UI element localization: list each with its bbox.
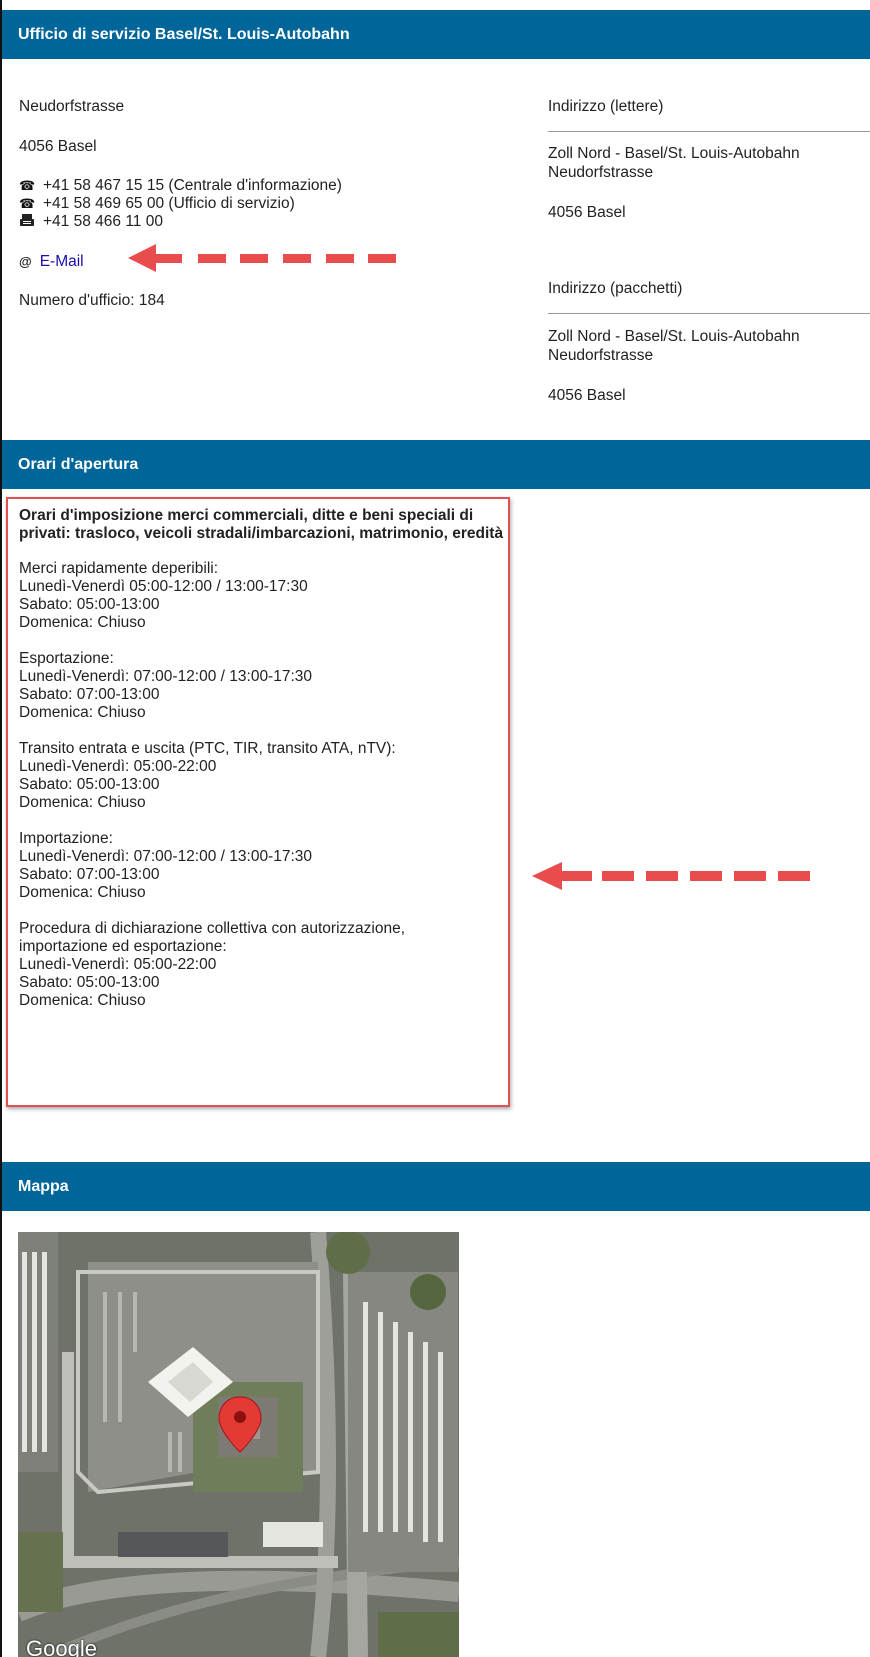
hours-line: Domenica: Chiuso (19, 614, 146, 631)
map-view[interactable]: Google (18, 1232, 459, 1657)
hours-line: Merci rapidamente deperibili: (19, 560, 219, 577)
fax-icon (19, 214, 35, 229)
hours-line: Domenica: Chiuso (19, 884, 146, 901)
hours-section-header: Orari d'apertura (2, 440, 870, 489)
email-row: @ E-Mail (19, 253, 84, 271)
hours-block: Importazione: Lunedì-Venerdì: 07:00-12:0… (19, 830, 509, 902)
hours-line: Sabato: 07:00-13:00 (19, 866, 160, 883)
arrow-left-icon (128, 244, 396, 272)
hours-line: Domenica: Chiuso (19, 794, 146, 811)
phone-1-text: +41 58 467 15 15 (Centrale d'informazion… (43, 177, 342, 194)
map-section-header: Mappa (2, 1162, 870, 1211)
google-attribution: Google (26, 1636, 97, 1657)
hours-line: Lunedì-Venerdì: 07:00-12:00 / 13:00-17:3… (19, 848, 313, 865)
phone-2-text: +41 58 469 65 00 (Ufficio di servizio) (43, 195, 295, 212)
hours-line: Transito entrata e uscita (PTC, TIR, tra… (19, 740, 396, 757)
phone-row-2: ☎ +41 58 469 65 00 (Ufficio di servizio) (19, 195, 295, 213)
hours-line: Sabato: 07:00-13:00 (19, 686, 160, 703)
email-link[interactable]: E-Mail (40, 253, 84, 270)
office-section-title: Ufficio di servizio Basel/St. Louis-Auto… (18, 26, 350, 43)
parcels-line-1: Zoll Nord - Basel/St. Louis-Autobahn (548, 328, 800, 345)
hours-block: Esportazione: Lunedì-Venerdì: 07:00-12:0… (19, 650, 509, 722)
map-section-title: Mappa (18, 1178, 69, 1195)
parcels-divider (548, 313, 870, 314)
parcels-line-3: 4056 Basel (548, 387, 626, 404)
phone-icon: ☎ (19, 196, 36, 211)
parcels-address-title: Indirizzo (pacchetti) (548, 280, 683, 297)
phone-icon: ☎ (19, 178, 36, 193)
letters-line-1: Zoll Nord - Basel/St. Louis-Autobahn (548, 145, 800, 162)
hours-line: Importazione: (19, 830, 113, 847)
at-icon: @ (19, 254, 32, 269)
letters-divider (548, 131, 870, 132)
hours-line: Sabato: 05:00-13:00 (19, 596, 160, 613)
phone-row-1: ☎ +41 58 467 15 15 (Centrale d'informazio… (19, 177, 342, 195)
parcels-line-2: Neudorfstrasse (548, 347, 654, 364)
hours-line: Esportazione: (19, 650, 114, 667)
letters-address-title: Indirizzo (lettere) (548, 98, 664, 115)
letters-line-2: Neudorfstrasse (548, 164, 654, 181)
hours-line: Procedura di dichiarazione collettiva co… (19, 920, 405, 937)
fax-row: +41 58 466 11 00 (19, 213, 163, 231)
satellite-image (18, 1232, 459, 1657)
hours-line: importazione ed esportazione: (19, 938, 227, 955)
hours-section-title: Orari d'apertura (18, 456, 139, 473)
office-number: Numero d'ufficio: 184 (19, 292, 165, 309)
hours-line: Lunedì-Venerdì: 05:00-22:00 (19, 956, 217, 973)
hours-line: Sabato: 05:00-13:00 (19, 974, 160, 991)
hours-line: Lunedì-Venerdì 05:00-12:00 / 13:00-17:30 (19, 578, 308, 595)
hours-heading: Orari d'imposizione merci commerciali, d… (19, 507, 504, 542)
arrow-left-icon (532, 862, 810, 890)
hours-block: Transito entrata e uscita (PTC, TIR, tra… (19, 740, 509, 812)
letters-line-3: 4056 Basel (548, 204, 626, 221)
hours-line: Lunedì-Venerdì: 07:00-12:00 / 13:00-17:3… (19, 668, 313, 685)
office-street: Neudorfstrasse (19, 98, 125, 115)
hours-content: Orari d'imposizione merci commerciali, d… (19, 507, 509, 1028)
fax-text: +41 58 466 11 00 (43, 213, 163, 230)
office-city: 4056 Basel (19, 138, 97, 155)
hours-line: Sabato: 05:00-13:00 (19, 776, 160, 793)
hours-block: Procedura di dichiarazione collettiva co… (19, 920, 509, 1010)
hours-line: Domenica: Chiuso (19, 992, 146, 1009)
hours-line: Lunedì-Venerdì: 05:00-22:00 (19, 758, 217, 775)
office-section-header: Ufficio di servizio Basel/St. Louis-Auto… (2, 10, 870, 59)
hours-line: Domenica: Chiuso (19, 704, 146, 721)
hours-block: Merci rapidamente deperibili: Lunedì-Ven… (19, 560, 509, 632)
